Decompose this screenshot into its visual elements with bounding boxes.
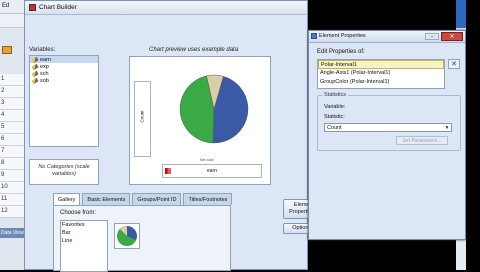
statistics-group: Statistics Variable: Statistic: Count ▼ … <box>317 92 461 151</box>
screen-border-right <box>466 0 480 270</box>
property-item[interactable]: Angle-Axis1 (Polar-Interval1) <box>318 69 444 78</box>
tab-basic-elements[interactable]: Basic Elements <box>82 193 131 205</box>
variable-item[interactable]: sob <box>30 77 98 84</box>
chart-preview-canvas[interactable]: Count Set color earn <box>129 56 271 185</box>
row-number: 3 <box>0 98 26 110</box>
statistic-select[interactable]: Count ▼ <box>324 123 452 132</box>
row-number: 2 <box>0 86 26 98</box>
choose-from-label: Choose from: <box>60 210 97 216</box>
categories-box: No Categories (scale variables) <box>29 159 99 185</box>
pie-thumbnail-icon <box>117 226 137 246</box>
background-toolbar <box>0 14 26 28</box>
row-number: 9 <box>0 170 26 182</box>
variable-item[interactable]: earn <box>30 56 98 63</box>
variable-label: Variable: <box>324 104 346 110</box>
background-menu[interactable]: Ed <box>0 0 26 14</box>
edit-properties-label: Edit Properties of: <box>317 49 365 55</box>
element-properties-dialog: Element Properties – ✕ Edit Properties o… <box>308 30 466 240</box>
folder-icon[interactable] <box>2 46 12 54</box>
background-row-list: 1 2 3 4 5 6 7 8 9 10 11 12 <box>0 74 26 218</box>
chart-type-list[interactable]: Favorites Bar Line <box>60 220 108 272</box>
preview-label: Chart preview uses example data <box>149 47 239 53</box>
chevron-down-icon: ▼ <box>444 125 450 131</box>
pie-chart-thumbnail[interactable] <box>114 223 140 249</box>
element-properties-titlebar: Element Properties – ✕ <box>309 31 465 43</box>
property-item[interactable]: Polar-Interval1 <box>318 60 444 69</box>
scale-variable-icon <box>31 63 39 70</box>
tab-groups-point-id[interactable]: Groups/Point ID <box>132 193 182 205</box>
data-view-tab[interactable]: Data View <box>0 228 26 238</box>
statistics-legend: Statistics <box>322 92 349 98</box>
row-number: 10 <box>0 182 26 194</box>
properties-list[interactable]: Polar-Interval1 Angle-Axis1 (Polar-Inter… <box>317 59 445 89</box>
variables-list[interactable]: earn exp sch sob <box>29 55 99 147</box>
nominal-variable-icon <box>165 168 171 174</box>
delete-element-icon[interactable]: ✕ <box>448 59 460 69</box>
chart-type-item[interactable]: Line <box>61 237 107 245</box>
row-number: 12 <box>0 206 26 218</box>
chart-builder-titlebar: Chart Builder <box>25 1 307 15</box>
chart-builder-title: Chart Builder <box>39 4 77 11</box>
chart-builder-icon <box>29 4 36 11</box>
row-number: 7 <box>0 146 26 158</box>
dialog-icon <box>311 33 317 39</box>
scale-variable-icon <box>31 70 39 77</box>
set-parameters-button[interactable]: Set Parameters... <box>396 136 448 145</box>
chart-builder-window: Chart Builder Variables: Chart preview u… <box>24 0 325 272</box>
close-button[interactable]: ✕ <box>441 32 463 41</box>
x-axis-dropzone[interactable]: earn <box>162 164 262 178</box>
statistic-label: Statistic: <box>324 114 345 120</box>
tab-titles-footnotes[interactable]: Titles/Footnotes <box>183 193 233 205</box>
pie-chart-preview <box>179 74 249 144</box>
scale-variable-icon <box>31 56 39 63</box>
minimize-button[interactable]: – <box>425 33 439 40</box>
tab-gallery[interactable]: Gallery <box>53 193 81 205</box>
background-data-editor: Ed 1 2 3 4 5 6 7 8 9 10 11 12 Data View <box>0 0 26 270</box>
variable-item[interactable]: sch <box>30 70 98 77</box>
row-number: 6 <box>0 134 26 146</box>
scale-variable-icon <box>31 77 39 84</box>
x-axis-variable: earn <box>206 168 217 174</box>
row-number: 11 <box>0 194 26 206</box>
chart-type-item[interactable]: Favorites <box>61 221 107 229</box>
gallery-panel: Choose from: Favorites Bar Line <box>53 205 231 272</box>
element-properties-title: Element Properties <box>319 33 366 39</box>
variable-item[interactable]: exp <box>30 63 98 70</box>
variables-label: Variables: <box>29 47 56 53</box>
row-number: 8 <box>0 158 26 170</box>
property-item[interactable]: GroupColor (Polar-Interval1) <box>318 78 444 87</box>
row-number: 5 <box>0 122 26 134</box>
x-axis-caption: Set color <box>200 158 214 162</box>
row-number: 4 <box>0 110 26 122</box>
statistic-value: Count <box>327 125 342 131</box>
chart-builder-tabs: Gallery Basic Elements Groups/Point ID T… <box>53 193 233 205</box>
chart-type-item[interactable]: Bar <box>61 229 107 237</box>
row-number: 1 <box>0 74 26 86</box>
